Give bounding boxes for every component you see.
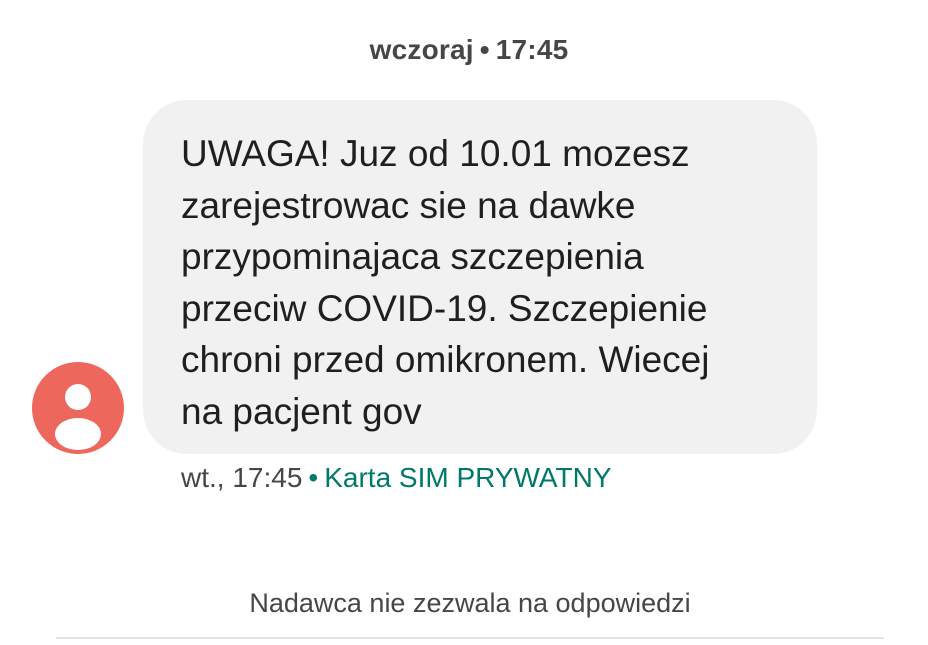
date-header-time: 17:45: [495, 34, 569, 65]
reply-status: Nadawca nie zezwala na odpowiedzi: [249, 588, 691, 618]
divider: [56, 637, 884, 639]
meta-separator: •: [308, 462, 319, 493]
sim-label: Karta SIM PRYWATNY: [324, 462, 612, 493]
person-icon: [55, 384, 101, 450]
date-header: wczoraj • 17:45: [0, 34, 928, 66]
message-text: UWAGA! Juz od 10.01 mozesz zarejestrowac…: [181, 133, 710, 432]
date-header-separator: •: [479, 34, 490, 65]
message-timestamp: wt., 17:45: [181, 462, 303, 493]
message-meta: wt., 17:45 • Karta SIM PRYWATNY: [181, 462, 612, 494]
sender-avatar[interactable]: [32, 362, 124, 454]
message-bubble[interactable]: UWAGA! Juz od 10.01 mozesz zarejestrowac…: [143, 100, 817, 454]
date-header-day: wczoraj: [369, 34, 474, 65]
